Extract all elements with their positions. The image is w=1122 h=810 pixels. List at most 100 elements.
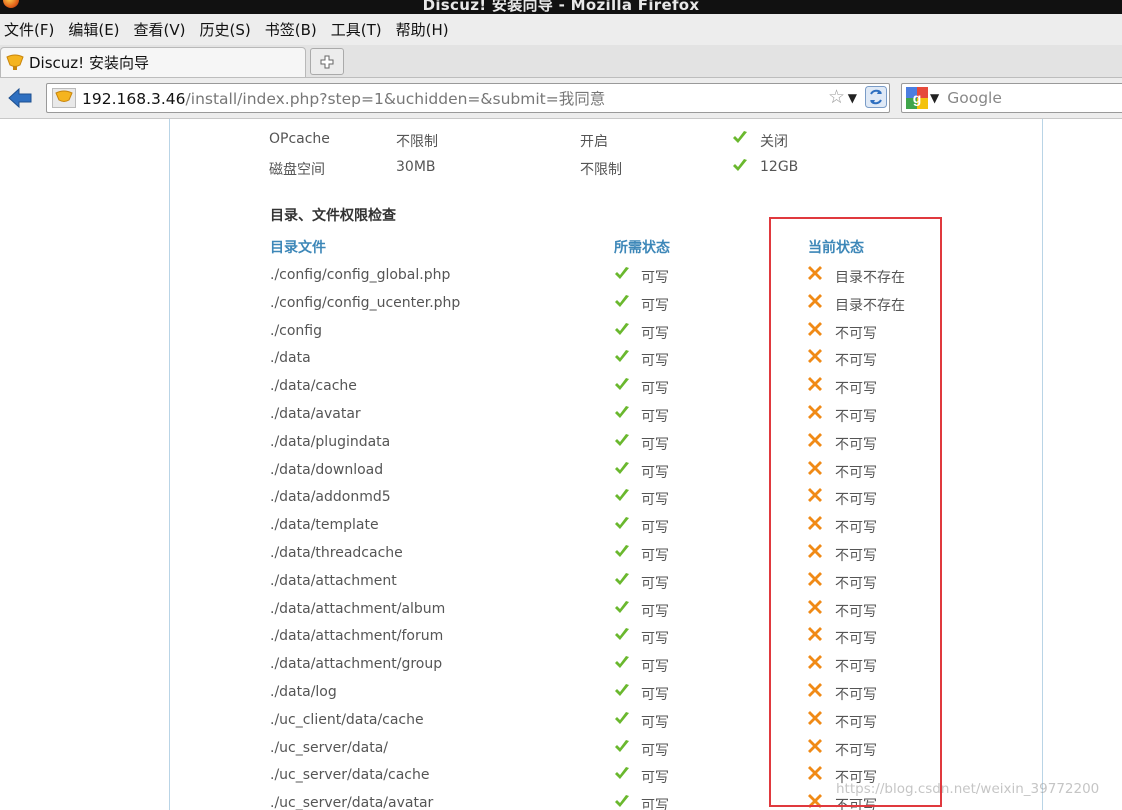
env-name: 磁盘空间 — [269, 162, 325, 178]
menu-tools[interactable]: 工具(T) — [326, 19, 391, 40]
table-row: ./data/plugindata 可写 不可写 — [170, 432, 1042, 454]
perm-path: ./data/log — [270, 684, 337, 700]
perm-current: 目录不存在 — [835, 270, 905, 286]
perm-path: ./data/attachment — [270, 572, 397, 589]
perm-required: 可写 — [641, 381, 669, 398]
perm-current: 目录不存在 — [835, 297, 905, 314]
perm-current: 不可写 — [835, 381, 877, 398]
url-host: 192.168.3.46 — [82, 90, 186, 108]
menu-help[interactable]: 帮助(H) — [391, 19, 458, 40]
window-title: Discuz! 安装向导 - Mozilla Firefox — [422, 0, 700, 14]
engine-dropdown-icon[interactable]: ▼ — [930, 91, 939, 105]
perm-required: 可写 — [641, 631, 669, 648]
menu-view[interactable]: 查看(V) — [129, 19, 195, 40]
cross-icon — [808, 349, 822, 364]
header-path: 目录文件 — [270, 240, 326, 256]
perm-current: 不可写 — [835, 464, 877, 481]
perm-current: 不可写 — [835, 714, 877, 731]
check-icon — [615, 767, 629, 780]
menu-bookmarks[interactable]: 书签(B) — [260, 19, 326, 40]
header-required: 所需状态 — [614, 240, 670, 256]
env-current: 关闭 — [760, 134, 788, 150]
perm-required: 可写 — [641, 548, 669, 564]
tab-discuz-install[interactable]: Discuz! 安装向导 — [0, 47, 306, 77]
check-icon — [615, 795, 629, 808]
check-icon — [615, 294, 629, 307]
check-icon — [733, 159, 747, 171]
table-row: ./config/config_ucenter.php 可写 目录不存在 — [170, 293, 1042, 315]
search-bar[interactable]: g ▼ Google — [901, 83, 1122, 113]
reload-icon[interactable] — [865, 86, 887, 108]
tab-strip: Discuz! 安装向导 — [0, 45, 1122, 78]
check-icon — [615, 489, 629, 502]
search-input[interactable]: Google — [947, 89, 1002, 107]
perm-current: 不可写 — [835, 687, 877, 703]
cross-icon — [808, 544, 822, 558]
perm-current: 不可写 — [835, 409, 877, 425]
chevron-down-icon[interactable]: ▼ — [848, 88, 857, 108]
cross-icon — [808, 655, 822, 670]
address-url: 192.168.3.46/install/index.php?step=1&uc… — [82, 87, 605, 109]
navigation-bar: 192.168.3.46/install/index.php?step=1&uc… — [0, 78, 1122, 119]
perm-required: 可写 — [641, 770, 669, 787]
perm-required: 可写 — [641, 659, 669, 676]
cross-icon — [808, 794, 822, 809]
check-icon — [615, 711, 629, 724]
table-row: ./data/attachment 可写 不可写 — [170, 571, 1042, 593]
table-row: ./data/template 可写 不可写 — [170, 516, 1042, 537]
check-icon — [615, 545, 629, 557]
perm-current: 不可写 — [835, 631, 877, 648]
back-button[interactable] — [5, 85, 35, 111]
perm-current: 不可写 — [835, 742, 877, 759]
cross-icon — [808, 738, 822, 753]
check-icon — [615, 656, 629, 669]
cross-icon — [808, 766, 822, 781]
window-titlebar: Discuz! 安装向导 - Mozilla Firefox — [0, 0, 1122, 14]
cross-icon — [808, 516, 822, 531]
cross-icon — [808, 488, 822, 503]
perm-required: 可写 — [641, 603, 669, 620]
check-icon — [615, 406, 629, 418]
table-row: ./data/log 可写 不可写 — [170, 683, 1042, 704]
perm-path: ./config — [270, 322, 323, 339]
perm-path: ./data/attachment/album — [270, 600, 446, 617]
table-row: ./data/download 可写 不可写 — [170, 460, 1042, 482]
perm-current: 不可写 — [835, 436, 877, 453]
perm-path: ./data/cache — [270, 378, 357, 395]
menu-edit[interactable]: 编辑(E) — [63, 19, 128, 40]
perm-path: ./data/attachment/forum — [270, 628, 444, 645]
perm-required: 可写 — [641, 714, 669, 731]
perm-current: 不可写 — [835, 325, 877, 342]
check-icon — [615, 350, 629, 363]
table-row: ./config 可写 不可写 — [170, 321, 1042, 343]
env-current: 12GB — [760, 159, 799, 175]
perm-current: 不可写 — [835, 548, 877, 564]
perm-required: 可写 — [641, 742, 669, 759]
perm-path: ./uc_server/data/cache — [270, 767, 430, 784]
section-title: 目录、文件权限检查 — [270, 208, 396, 224]
check-icon — [615, 739, 629, 752]
perm-path: ./uc_client/data/cache — [270, 711, 424, 728]
table-row: ./uc_server/data/可写 不可写 — [170, 738, 1042, 760]
menu-bar: 文件(F) 编辑(E) 查看(V) 历史(S) 书签(B) 工具(T) 帮助(H… — [0, 14, 1122, 46]
plus-icon — [320, 55, 334, 68]
perm-required: 可写 — [641, 297, 669, 314]
perm-required: 可写 — [641, 687, 669, 703]
perm-current: 不可写 — [835, 353, 877, 370]
header-current: 当前状态 — [808, 240, 864, 256]
perm-required: 可写 — [641, 325, 669, 342]
env-best: 开启 — [580, 134, 608, 150]
back-arrow-icon — [8, 87, 32, 109]
perm-path: ./uc_server/data/avatar — [270, 795, 434, 810]
table-row: ./uc_server/data/avatar 可写 不可写 — [170, 794, 1042, 810]
perm-path: ./data — [270, 350, 311, 367]
address-bar[interactable]: 192.168.3.46/install/index.php?step=1&uc… — [46, 83, 890, 113]
svg-text:g: g — [913, 90, 922, 106]
menu-history[interactable]: 历史(S) — [195, 19, 260, 40]
cross-icon — [808, 627, 822, 642]
check-icon — [615, 433, 629, 446]
bookmark-star-icon[interactable]: ☆ — [828, 87, 845, 107]
menu-file[interactable]: 文件(F) — [0, 19, 63, 40]
check-icon — [615, 572, 629, 585]
new-tab-button[interactable] — [310, 48, 344, 75]
